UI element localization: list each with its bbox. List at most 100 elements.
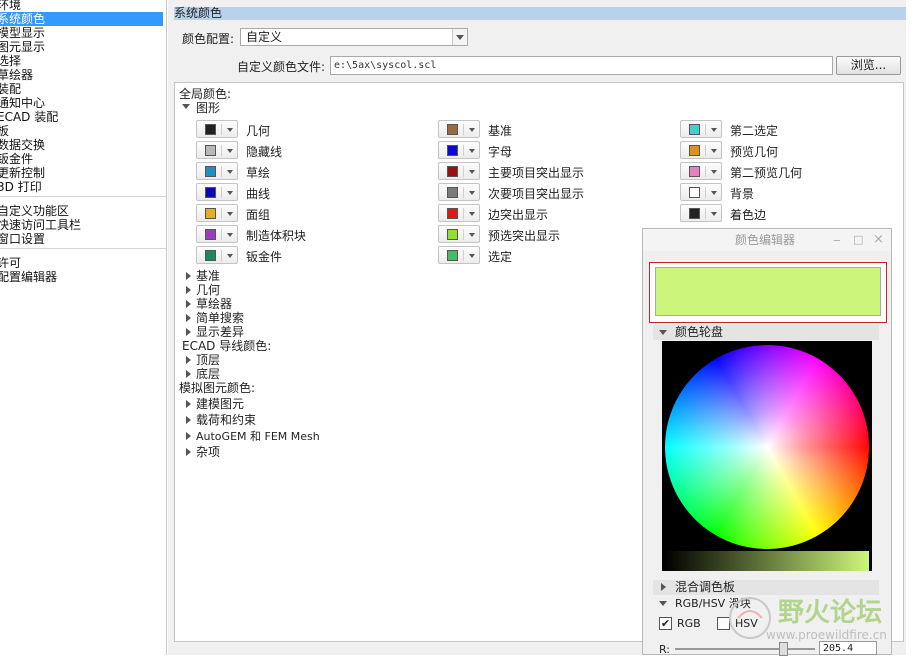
mix-palette-header[interactable]: 混合调色板 [653, 580, 879, 595]
tree-expand-item[interactable]: 显示差异 [186, 325, 244, 339]
chevron-down-icon [711, 128, 717, 132]
color-swatch-button[interactable] [438, 246, 480, 264]
tree-item-label: AutoGEM 和 FEM Mesh [196, 430, 320, 443]
chevron-down-icon [711, 191, 717, 195]
expand-down-icon[interactable] [182, 104, 190, 109]
nav-item[interactable]: 模型显示 [0, 26, 45, 40]
rgbhsv-header[interactable]: RGB/HSV 滑块 [653, 596, 879, 611]
color-swatch-button[interactable] [196, 204, 238, 222]
color-item-label: 隐藏线 [246, 145, 283, 159]
nav-item[interactable]: 窗口设置 [0, 232, 45, 246]
tree-expand-item[interactable]: AutoGEM 和 FEM Mesh [186, 429, 320, 443]
tree-expand-item[interactable]: 基准 [186, 269, 221, 283]
chevron-down-icon [227, 212, 233, 216]
color-wheel-header[interactable]: 颜色轮盘 [653, 325, 879, 340]
custom-color-file-field[interactable]: e:\5ax\syscol.scl [330, 56, 833, 75]
swatch-divider [463, 145, 464, 156]
hsv-checkbox[interactable] [717, 617, 730, 630]
color-item-label: 预览几何 [730, 145, 779, 159]
nav-item[interactable]: 更新控制 [0, 166, 45, 180]
color-swatch-button[interactable] [196, 141, 238, 159]
color-swatch [689, 187, 700, 198]
color-swatch-button[interactable] [438, 120, 480, 138]
nav-item[interactable]: 系统颜色 [0, 12, 163, 26]
close-icon[interactable]: × [873, 229, 884, 251]
swatch-divider [705, 208, 706, 219]
color-swatch-button[interactable] [196, 162, 238, 180]
color-editor-titlebar[interactable]: 颜色编辑器 ‒ □ × [643, 229, 891, 251]
color-scheme-select[interactable]: 自定义 [240, 28, 468, 46]
chevron-down-icon [469, 212, 475, 216]
expand-right-icon [186, 314, 191, 322]
color-swatch-button[interactable] [438, 162, 480, 180]
nav-item[interactable]: ECAD 装配 [0, 110, 58, 124]
nav-item[interactable]: 草绘器 [0, 68, 33, 82]
swatch-divider [221, 229, 222, 240]
nav-item[interactable]: 许可 [0, 256, 21, 270]
tree-item-label: 基准 [196, 269, 221, 283]
r-slider-thumb[interactable] [779, 642, 788, 656]
nav-item[interactable]: 自定义功能区 [0, 204, 69, 218]
color-scheme-value: 自定义 [246, 30, 283, 44]
swatch-divider [221, 250, 222, 261]
color-swatch-button[interactable] [196, 246, 238, 264]
tree-expand-item[interactable]: 几何 [186, 283, 220, 297]
nav-item[interactable]: 3D 打印 [0, 180, 42, 194]
swatch-divider [463, 229, 464, 240]
color-swatch-button[interactable] [680, 141, 722, 159]
chevron-down-icon [227, 149, 233, 153]
nav-item[interactable]: 配置编辑器 [0, 270, 57, 284]
minimize-icon[interactable]: ‒ [833, 229, 841, 251]
color-swatch-button[interactable] [680, 162, 722, 180]
browse-button[interactable]: 浏览... [836, 56, 901, 75]
tree-expand-item[interactable]: 草绘器 [186, 297, 232, 311]
nav-item[interactable]: 选择 [0, 54, 21, 68]
nav-item[interactable]: 环境 [0, 0, 21, 12]
color-swatch [205, 145, 216, 156]
color-swatch [447, 166, 458, 177]
chevron-down-icon [452, 29, 467, 45]
graphics-group-label[interactable]: 图形 [196, 99, 220, 116]
tree-expand-item[interactable]: 载荷和约束 [186, 413, 256, 427]
color-swatch-button[interactable] [680, 204, 722, 222]
color-wheel[interactable] [665, 345, 869, 549]
maximize-icon[interactable]: □ [853, 229, 863, 251]
color-swatch-button[interactable] [438, 141, 480, 159]
chevron-down-icon [469, 254, 475, 258]
expand-down-icon [659, 601, 667, 606]
tree-expand-item[interactable]: 顶层 [186, 353, 220, 367]
tree-expand-item[interactable]: 底层 [186, 367, 220, 381]
color-swatch-button[interactable] [438, 204, 480, 222]
swatch-divider [221, 145, 222, 156]
nav-item[interactable]: 图元显示 [0, 40, 45, 54]
color-swatch-button[interactable] [438, 225, 480, 243]
chevron-down-icon [469, 233, 475, 237]
tree-item-label: ECAD 导线颜色: [182, 339, 272, 353]
swatch-divider [463, 124, 464, 135]
color-swatch-button[interactable] [196, 120, 238, 138]
color-swatch [205, 166, 216, 177]
rgb-checkbox[interactable]: ✔ [659, 617, 672, 630]
color-swatch [447, 250, 458, 261]
tree-item-label: 杂项 [196, 445, 221, 459]
color-swatch-button[interactable] [680, 120, 722, 138]
color-swatch-button[interactable] [196, 225, 238, 243]
color-swatch [447, 187, 458, 198]
color-item-label: 草绘 [246, 166, 271, 180]
color-swatch-button[interactable] [680, 183, 722, 201]
swatch-divider [463, 166, 464, 177]
color-swatch-button[interactable] [196, 183, 238, 201]
r-value-field[interactable]: 205.4 [819, 641, 877, 655]
nav-item[interactable]: 钣金件 [0, 152, 33, 166]
color-swatch-button[interactable] [438, 183, 480, 201]
tree-expand-item[interactable]: 简单搜索 [186, 311, 244, 325]
tree-expand-item[interactable]: 建模图元 [186, 397, 244, 411]
nav-item[interactable]: 数据交换 [0, 138, 45, 152]
brightness-bar[interactable] [665, 551, 869, 571]
nav-item[interactable]: 快速访问工具栏 [0, 218, 81, 232]
nav-item[interactable]: 装配 [0, 82, 21, 96]
nav-item[interactable]: 通知中心 [0, 96, 45, 110]
nav-item[interactable]: 板 [0, 124, 9, 138]
r-slider-track[interactable] [675, 648, 815, 650]
tree-expand-item[interactable]: 杂项 [186, 445, 221, 459]
